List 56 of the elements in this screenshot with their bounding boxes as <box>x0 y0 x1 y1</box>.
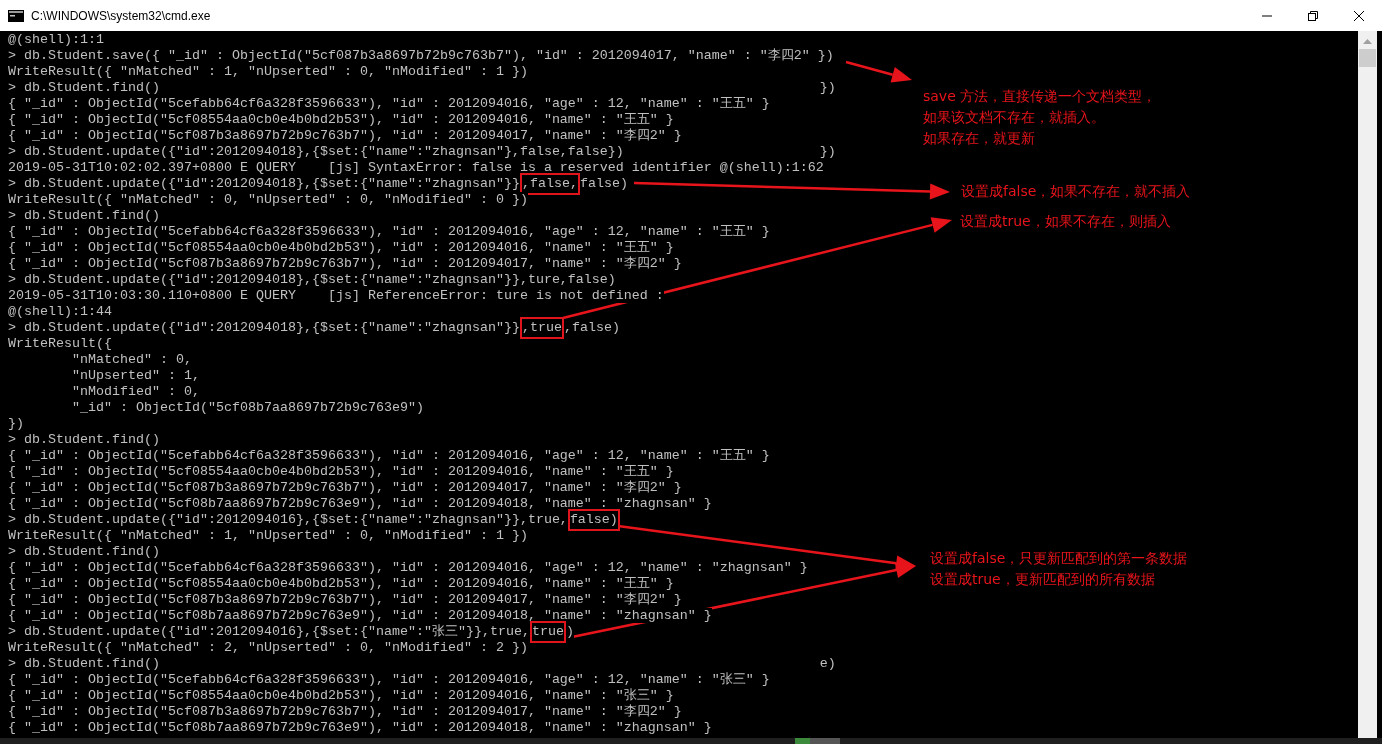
console-text: { "_id" : ObjectId("5cefabb64cf6a328f3596633"), "id" : 2012094016, "age" : 12, "name" : "王五" } <box>8 224 770 239</box>
annotation-text: 设置成false，如果不存在，就不插入 <box>961 182 1191 201</box>
console-text: > db.Student.update({"id":2012094018},{$set:{"name":"zhagnsan"}},ture,false) <box>8 272 616 287</box>
window-title: C:\WINDOWS\system32\cmd.exe <box>31 8 211 23</box>
console-text: { "_id" : ObjectId("5cf08b7aa8697b72b9c763e9"), "id" : 2012094018, "name" : "zhagnsan" } <box>8 720 712 735</box>
console-text: > db.Student.update({"id":2012094016},{$set:{"name":"张三"}},true, <box>8 624 530 639</box>
console-text: { "_id" : ObjectId("5cefabb64cf6a328f3596633"), "id" : 2012094016, "age" : 12, "name" : "王五" } <box>8 448 770 463</box>
console-text: 2019-05-31T10:02:02.397+0800 E QUERY [js] SyntaxError: false is a reserved identifier @(shell):1:62 <box>8 160 824 175</box>
console-text: WriteResult({ "nMatched" : 2, "nUpserted" : 0, "nModified" : 2 }) <box>8 640 528 655</box>
console-text: { "_id" : ObjectId("5cf087b3a8697b72b9c763b7"), "id" : 2012094017, "name" : "李四2" } <box>8 592 682 607</box>
console-text: > db.Student.update({"id":2012094018},{$set:{"name":"zhagnsan"}} <box>8 320 520 335</box>
console-text: }) <box>8 416 24 431</box>
console-icon <box>8 9 24 22</box>
console-text: WriteResult({ "nMatched" : 0, "nUpserted" : 0, "nModified" : 0 }) <box>8 192 528 207</box>
annotation-text: save 方法，直接传递一个文档类型， 如果该文档不存在，就插入。 如果存在，就更新 <box>923 87 1157 148</box>
console-text: { "_id" : ObjectId("5cf087b3a8697b72b9c763b7"), "id" : 2012094017, "name" : "李四2" } <box>8 256 682 271</box>
console-text: { "_id" : ObjectId("5cf08554aa0cb0e4b0bd2b53"), "id" : 2012094016, "name" : "王五" } <box>8 576 674 591</box>
console-text: false) <box>579 176 628 191</box>
close-icon <box>1354 10 1364 21</box>
console-text: { "_id" : ObjectId("5cf08554aa0cb0e4b0bd2b53"), "id" : 2012094016, "name" : "王五" } <box>8 112 674 127</box>
console-text: { "_id" : ObjectId("5cefabb64cf6a328f3596633"), "id" : 2012094016, "age" : 12, "name" : "王五" } <box>8 96 770 111</box>
annotation-text: 设置成true，如果不存在，则插入 <box>960 212 1171 231</box>
annotation-arrow <box>845 60 912 83</box>
console-text: WriteResult({ "nMatched" : 1, "nUpserted" : 0, "nModified" : 1 }) <box>8 528 528 543</box>
scroll-thumb[interactable] <box>1359 49 1376 67</box>
annotation-text: 设置成false，只更新匹配到的第一条数据 设置成true，更新匹配到的所有数据 <box>930 549 1188 589</box>
console-text: 2019-05-31T10:03:30.110+0800 E QUERY [js] ReferenceError: ture is not defined : <box>8 288 664 303</box>
console-text: ) <box>565 624 574 639</box>
console-text: WriteResult({ <box>8 336 112 351</box>
scrollbar[interactable] <box>1358 31 1377 738</box>
console-text: { "_id" : ObjectId("5cf087b3a8697b72b9c763b7"), "id" : 2012094017, "name" : "李四2" } <box>8 704 682 719</box>
console-text: { "_id" : ObjectId("5cefabb64cf6a328f3596633"), "id" : 2012094016, "age" : 12, "name" : "zhagnsan" } <box>8 560 808 575</box>
console-text: { "_id" : ObjectId("5cf08b7aa8697b72b9c763e9"), "id" : 2012094018, "name" : "zhagnsan" } <box>8 496 712 511</box>
console-text: WriteResult({ "nMatched" : 1, "nUpserted" : 0, "nModified" : 1 }) <box>8 64 528 79</box>
console-text: { "_id" : ObjectId("5cf08b7aa8697b72b9c763e9"), "id" : 2012094018, "name" : "zhagnsan" } <box>8 608 712 623</box>
console-text: { "_id" : ObjectId("5cefabb64cf6a328f3596633"), "id" : 2012094016, "age" : 12, "name" : "张三" } <box>8 672 770 687</box>
scroll-up-icon[interactable] <box>1363 39 1372 44</box>
console-text: > db.Student.save({ "_id" : ObjectId("5cf087b3a8697b72b9c763b7"), "id" : 2012094017, "name" : "李四2" }) <box>8 48 834 63</box>
console-text: > db.Student.find() <box>8 432 160 447</box>
console-text: > db.Student.find() <box>8 208 160 223</box>
console-text: > db.Student.find() <box>8 544 160 559</box>
console-text: { "_id" : ObjectId("5cf08554aa0cb0e4b0bd2b53"), "id" : 2012094016, "name" : "王五" } <box>8 240 674 255</box>
console-text: { "_id" : ObjectId("5cf08554aa0cb0e4b0bd2b53"), "id" : 2012094016, "name" : "张三" } <box>8 688 674 703</box>
console-text: > db.Student.update({"id":2012094018},{$set:{"name":"zhagnsan"}} <box>8 176 520 191</box>
console-text: @(shell):1:1 <box>8 32 104 47</box>
console-text: { "_id" : ObjectId("5cf087b3a8697b72b9c763b7"), "id" : 2012094017, "name" : "李四2" } <box>8 480 682 495</box>
highlighted-text: false) <box>567 509 620 531</box>
console-text: { "_id" : ObjectId("5cf08554aa0cb0e4b0bd2b53"), "id" : 2012094016, "name" : "王五" } <box>8 464 674 479</box>
highlighted-text: ,true <box>519 317 564 339</box>
highlighted-text: ,false, <box>519 173 580 195</box>
console-text: ,false) <box>563 320 620 335</box>
console-text: > db.Student.update({"id":2012094016},{$set:{"name":"zhagnsan"}},true, <box>8 512 568 527</box>
console-text: @(shell):1:44 <box>8 304 112 319</box>
highlighted-text: true <box>529 621 566 643</box>
console-text: { "_id" : ObjectId("5cf087b3a8697b72b9c763b7"), "id" : 2012094017, "name" : "李四2" } <box>8 128 682 143</box>
restore-icon <box>1308 10 1318 21</box>
